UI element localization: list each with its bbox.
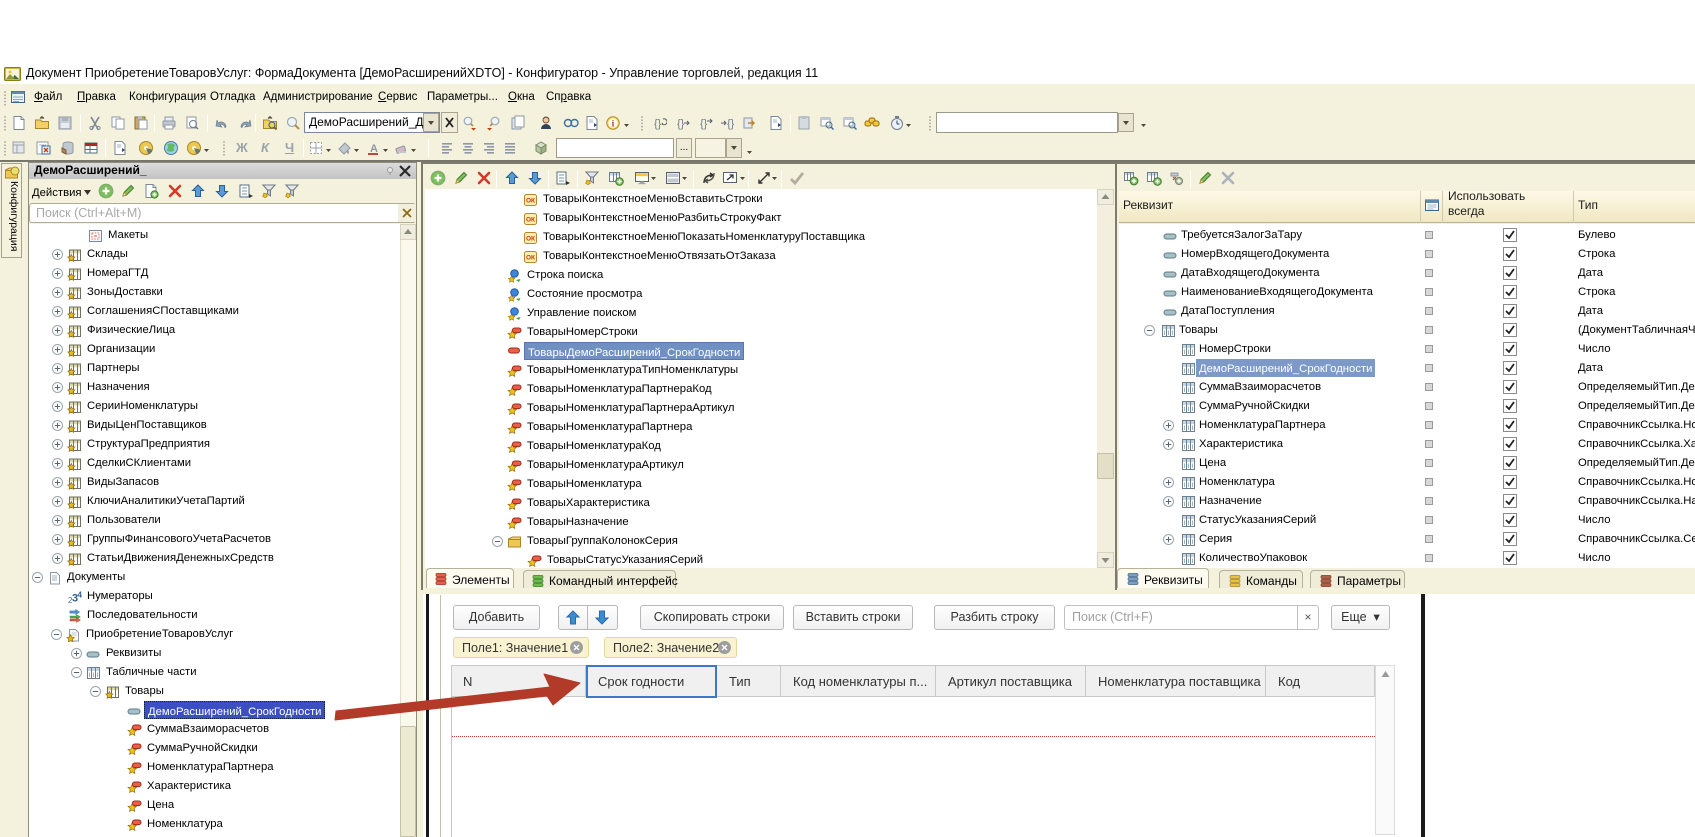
svg-text:ОК: ОК: [526, 235, 535, 242]
svg-text:{}: {}: [727, 118, 735, 130]
svg-text:ОК: ОК: [526, 216, 535, 223]
svg-text:{}: {}: [654, 118, 662, 130]
svg-text:ОК: ОК: [526, 197, 535, 204]
svg-text:i: i: [612, 120, 615, 130]
svg-text:4: 4: [78, 590, 83, 599]
svg-text:{}: {}: [700, 118, 708, 130]
svg-text:ОК: ОК: [526, 254, 535, 261]
svg-text:{}: {}: [677, 118, 685, 130]
